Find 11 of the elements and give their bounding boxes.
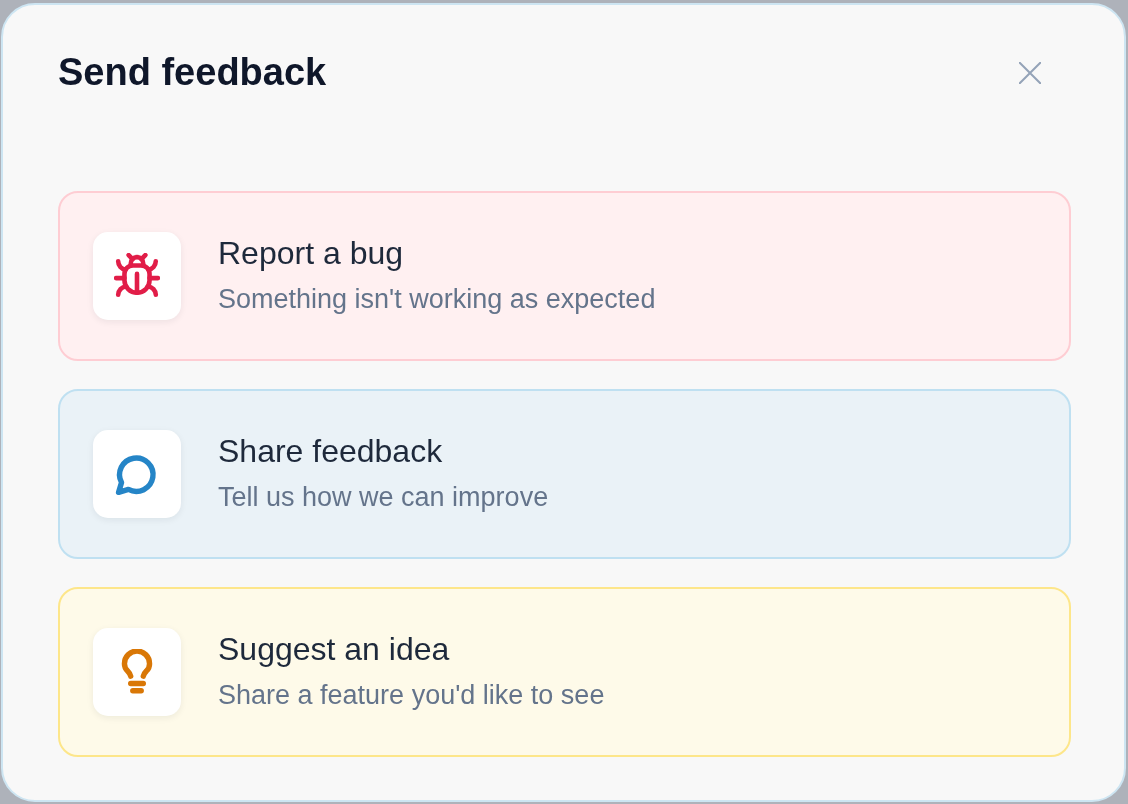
option-description: Something isn't working as expected <box>218 283 656 317</box>
option-card[interactable]: Report a bug Something isn't working as expected <box>58 190 1071 361</box>
close-icon <box>1019 61 1041 84</box>
option-card[interactable]: Suggest an idea Share a feature you'd like to see <box>58 586 1071 757</box>
option-description: Share a feature you'd like to see <box>218 679 605 713</box>
option-title: Report a bug <box>218 233 404 273</box>
dialog-title: Send feedback <box>58 50 327 95</box>
option-title: Share feedback <box>218 431 444 471</box>
option-description: Tell us how we can improve <box>218 481 549 515</box>
option-title: Suggest an idea <box>218 629 451 669</box>
option-card[interactable]: Share feedback Tell us how we can improve <box>58 388 1071 559</box>
